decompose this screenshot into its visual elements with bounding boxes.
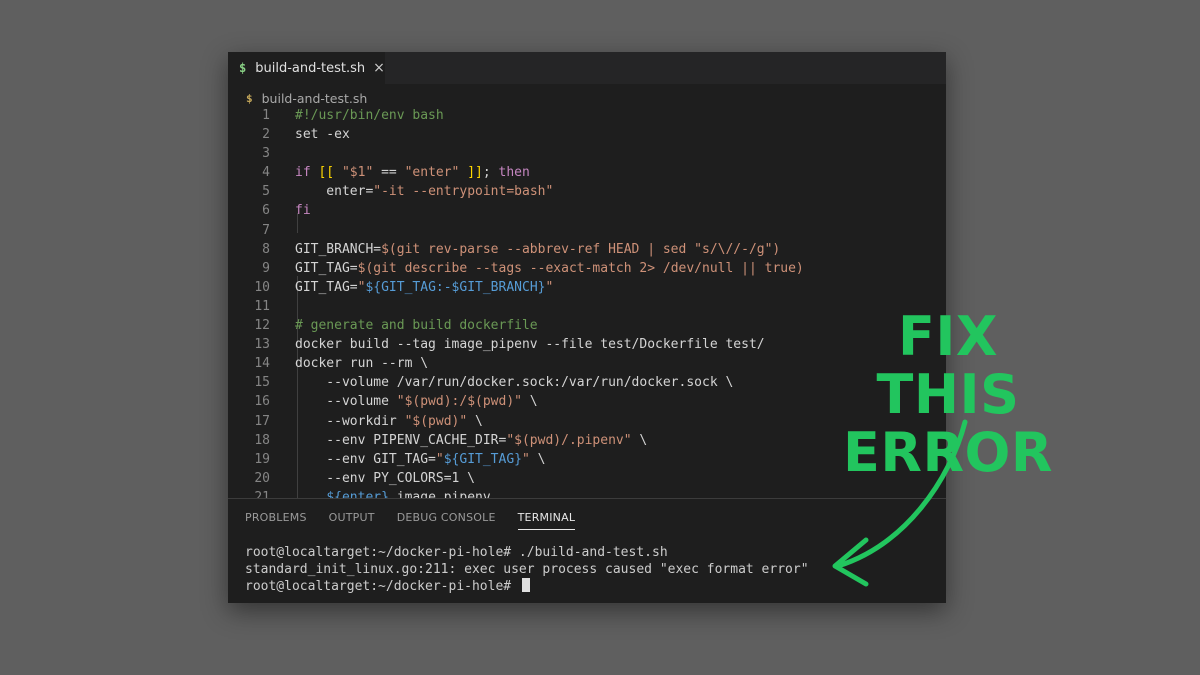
callout-line-1: FIX THIS: [876, 305, 1020, 426]
terminal-output[interactable]: root@localtarget:~/docker-pi-hole# ./bui…: [245, 544, 809, 595]
callout-line-2: ERROR: [842, 421, 1054, 484]
code-text: ${enter} image_pipenv: [326, 489, 491, 498]
code-text: GIT_BRANCH=$(git rev-parse --abbrev-ref …: [295, 241, 781, 257]
code-line: 4 if [[ "$1" == "enter" ]]; then: [228, 163, 946, 182]
code-line: 2 set -ex: [228, 125, 946, 144]
line-number: 21: [254, 489, 270, 498]
shell-file-icon: $: [246, 91, 253, 105]
line-number: 13: [254, 337, 270, 353]
line-number: 17: [254, 413, 270, 429]
line-number: 14: [254, 356, 270, 372]
editor-tab-bar: $ build-and-test.sh ×: [228, 52, 946, 84]
close-icon[interactable]: ×: [373, 60, 385, 76]
line-number: 8: [262, 241, 270, 257]
line-number: 15: [254, 375, 270, 391]
code-line: 5 enter="-it --entrypoint=bash": [228, 182, 946, 201]
code-text: docker run --rm \: [295, 356, 429, 372]
panel-tab-debug-console[interactable]: DEBUG CONSOLE: [397, 511, 496, 530]
line-number: 2: [262, 127, 270, 143]
code-line: 3: [228, 144, 946, 163]
line-number: 5: [262, 184, 270, 200]
panel-tab-terminal[interactable]: TERMINAL: [517, 511, 576, 530]
code-text: --env PY_COLORS=1 \: [295, 470, 476, 486]
terminal-cursor: [521, 578, 530, 592]
code-line: 21 ${enter} image_pipenv: [228, 488, 946, 498]
line-number: 6: [262, 203, 270, 219]
code-line: 7: [228, 221, 946, 240]
breadcrumb[interactable]: $ build-and-test.sh: [246, 88, 367, 108]
line-number: 18: [254, 432, 270, 448]
code-text: --volume "$(pwd):/$(pwd)" \: [295, 394, 538, 410]
panel-tabs: PROBLEMS OUTPUT DEBUG CONSOLE TERMINAL: [245, 511, 576, 530]
breadcrumb-label: build-and-test.sh: [261, 90, 368, 106]
line-number: 3: [262, 146, 270, 162]
code-text: GIT_TAG=$(git describe --tags --exact-ma…: [295, 260, 804, 276]
code-line: 8 GIT_BRANCH=$(git rev-parse --abbrev-ref…: [228, 240, 946, 259]
code-line: 6 fi: [228, 201, 946, 220]
code-text: set -ex: [295, 127, 350, 143]
line-number: 19: [254, 451, 270, 467]
line-number: 12: [254, 318, 270, 334]
code-text: GIT_TAG="${GIT_TAG:-$GIT_BRANCH}": [295, 279, 554, 295]
line-number: 10: [254, 279, 270, 295]
line-number: 7: [262, 222, 270, 238]
code-text: # generate and build dockerfile: [295, 318, 538, 334]
line-number: 16: [254, 394, 270, 410]
code-text: if [[ "$1" == "enter" ]]; then: [295, 165, 530, 181]
code-text: fi: [295, 203, 311, 219]
file-tab-build-and-test[interactable]: $ build-and-test.sh ×: [228, 52, 385, 84]
code-text: #!/usr/bin/env bash: [295, 108, 444, 123]
line-number: 20: [254, 470, 270, 486]
code-text: enter="-it --entrypoint=bash": [295, 184, 554, 200]
terminal-line: root@localtarget:~/docker-pi-hole# ./bui…: [245, 545, 668, 560]
panel-tab-problems[interactable]: PROBLEMS: [245, 511, 307, 530]
code-text: --env GIT_TAG="${GIT_TAG}" \: [295, 451, 546, 467]
terminal-line: root@localtarget:~/docker-pi-hole#: [245, 578, 809, 595]
line-number: 1: [262, 108, 270, 123]
bottom-panel: PROBLEMS OUTPUT DEBUG CONSOLE TERMINAL root…: [228, 498, 946, 603]
code-text: --volume /var/run/docker.sock:/var/run/d…: [295, 375, 734, 391]
file-tab-label: build-and-test.sh: [255, 60, 366, 76]
panel-tab-output[interactable]: OUTPUT: [329, 511, 375, 530]
code-line: 10 GIT_TAG="${GIT_TAG:-$GIT_BRANCH}": [228, 278, 946, 297]
callout-text: FIX THIS ERROR: [823, 308, 1073, 482]
line-number: 9: [262, 260, 270, 276]
shell-file-icon: $: [239, 61, 247, 75]
code-text: docker build --tag image_pipenv --file t…: [295, 337, 765, 353]
code-line: 1 #!/usr/bin/env bash: [228, 106, 946, 125]
code-text: --workdir "$(pwd)" \: [295, 413, 483, 429]
code-line: 9 GIT_TAG=$(git describe --tags --exact-m…: [228, 259, 946, 278]
line-number: 4: [262, 165, 270, 181]
line-number: 11: [254, 298, 270, 314]
terminal-line: standard_init_linux.go:211: exec user pr…: [245, 562, 809, 577]
code-text: --env PIPENV_CACHE_DIR="$(pwd)/.pipenv" …: [295, 432, 648, 448]
